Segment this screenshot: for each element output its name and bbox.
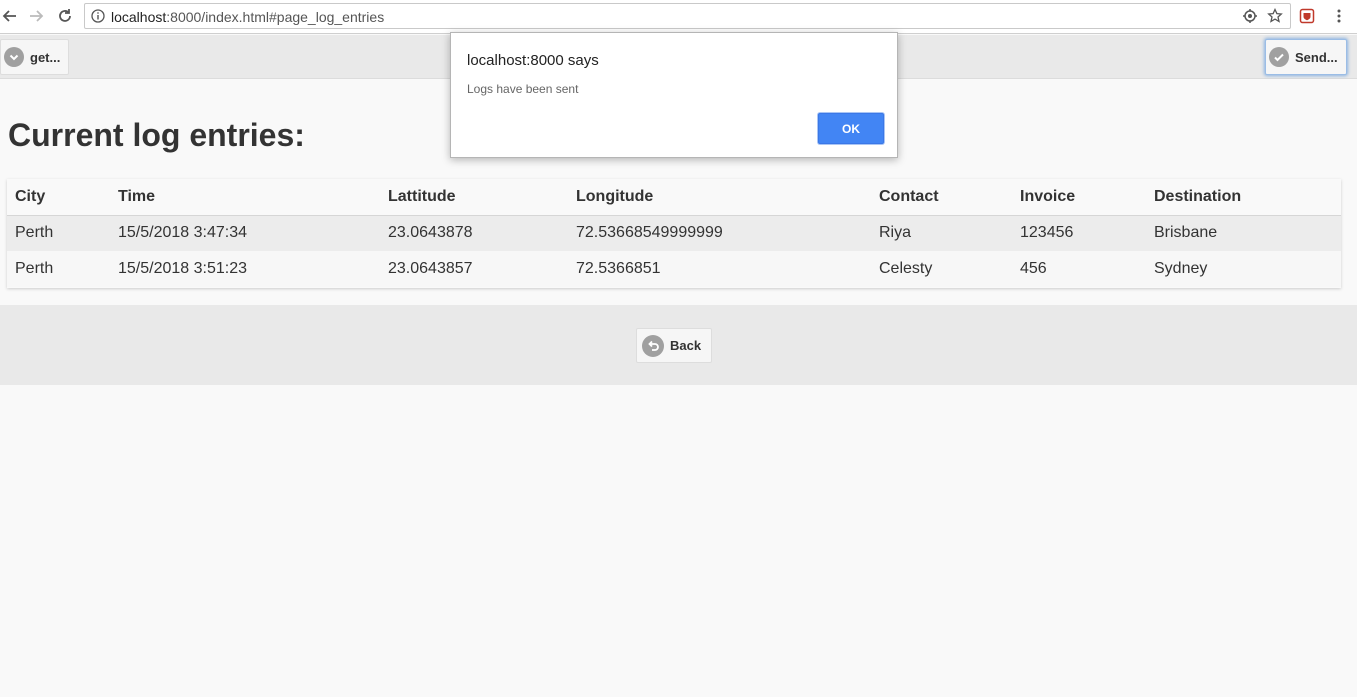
cell-invoice: 123456 [1020,224,1074,242]
cell-latitude: 23.0643878 [388,224,473,242]
page-footer: Back [0,305,1357,385]
location-icon[interactable] [1242,8,1258,24]
cell-time: 15/5/2018 3:51:23 [118,260,248,277]
cell-latitude: 23.0643857 [388,260,473,277]
cell-city: Perth [15,260,54,277]
column-header: Destination [1146,179,1341,216]
get-button-label: get... [30,49,61,65]
url-rest: :8000/index.html#page_log_entries [166,9,385,25]
cell-destination: Sydney [1154,260,1208,277]
get-button[interactable]: get... [0,39,70,75]
send-button-label: Send... [1295,49,1338,65]
table-row: Perth 15/5/2018 3:47:34 23.0643878 72.53… [7,215,1341,251]
browser-toolbar: localhost:8000/index.html#page_log_entri… [0,0,1357,34]
extension-button[interactable] [1297,6,1317,26]
url-text: localhost:8000/index.html#page_log_entri… [111,9,384,25]
address-bar[interactable]: localhost:8000/index.html#page_log_entri… [84,3,1291,29]
url-host: localhost [111,9,167,25]
column-header: Lattitude [380,179,568,216]
dialog-message: Logs have been sent [467,82,579,96]
cell-time: 15/5/2018 3:47:34 [118,224,248,242]
star-icon[interactable] [1267,8,1283,24]
cell-contact: Celesty [879,260,933,277]
send-button[interactable]: Send... [1265,39,1347,75]
reload-icon [59,9,71,22]
kebab-menu-icon [1337,9,1341,23]
column-header: Longitude [568,179,871,216]
cell-invoice: 456 [1020,260,1047,277]
table-row: Perth 15/5/2018 3:51:23 23.0643857 72.53… [7,251,1341,287]
table-header-row: City Time Lattitude Longitude Contact In… [7,179,1341,216]
ok-button[interactable]: OK [818,113,884,144]
chevron-down-circle-icon [4,47,24,67]
cell-longitude: 72.53668549999999 [576,224,723,242]
menu-button[interactable] [1329,6,1349,26]
forward-nav-button[interactable] [26,6,46,26]
alert-dialog: localhost:8000 says Logs have been sent … [450,32,898,158]
cell-city: Perth [15,224,54,242]
arrow-right-icon [30,10,44,22]
shield-extension-icon [1299,8,1315,24]
column-header: Invoice [1012,179,1146,216]
column-header: City [7,179,110,216]
check-circle-icon [1269,47,1289,67]
back-arrow-circle-icon [642,334,664,357]
back-nav-button[interactable] [0,6,20,26]
back-button[interactable]: Back [636,328,712,363]
column-header: Time [110,179,380,216]
dialog-title: localhost:8000 says [467,52,599,69]
cell-destination: Brisbane [1154,224,1218,242]
column-header: Contact [871,179,1012,216]
cell-contact: Riya [879,224,912,242]
info-icon[interactable] [90,8,106,24]
back-button-label: Back [670,338,702,353]
reload-button[interactable] [55,6,75,26]
arrow-left-icon [2,10,16,22]
log-entries-table: City Time Lattitude Longitude Contact In… [7,179,1341,288]
cell-longitude: 72.5366851 [576,260,661,277]
page-title: Current log entries: [8,117,305,153]
